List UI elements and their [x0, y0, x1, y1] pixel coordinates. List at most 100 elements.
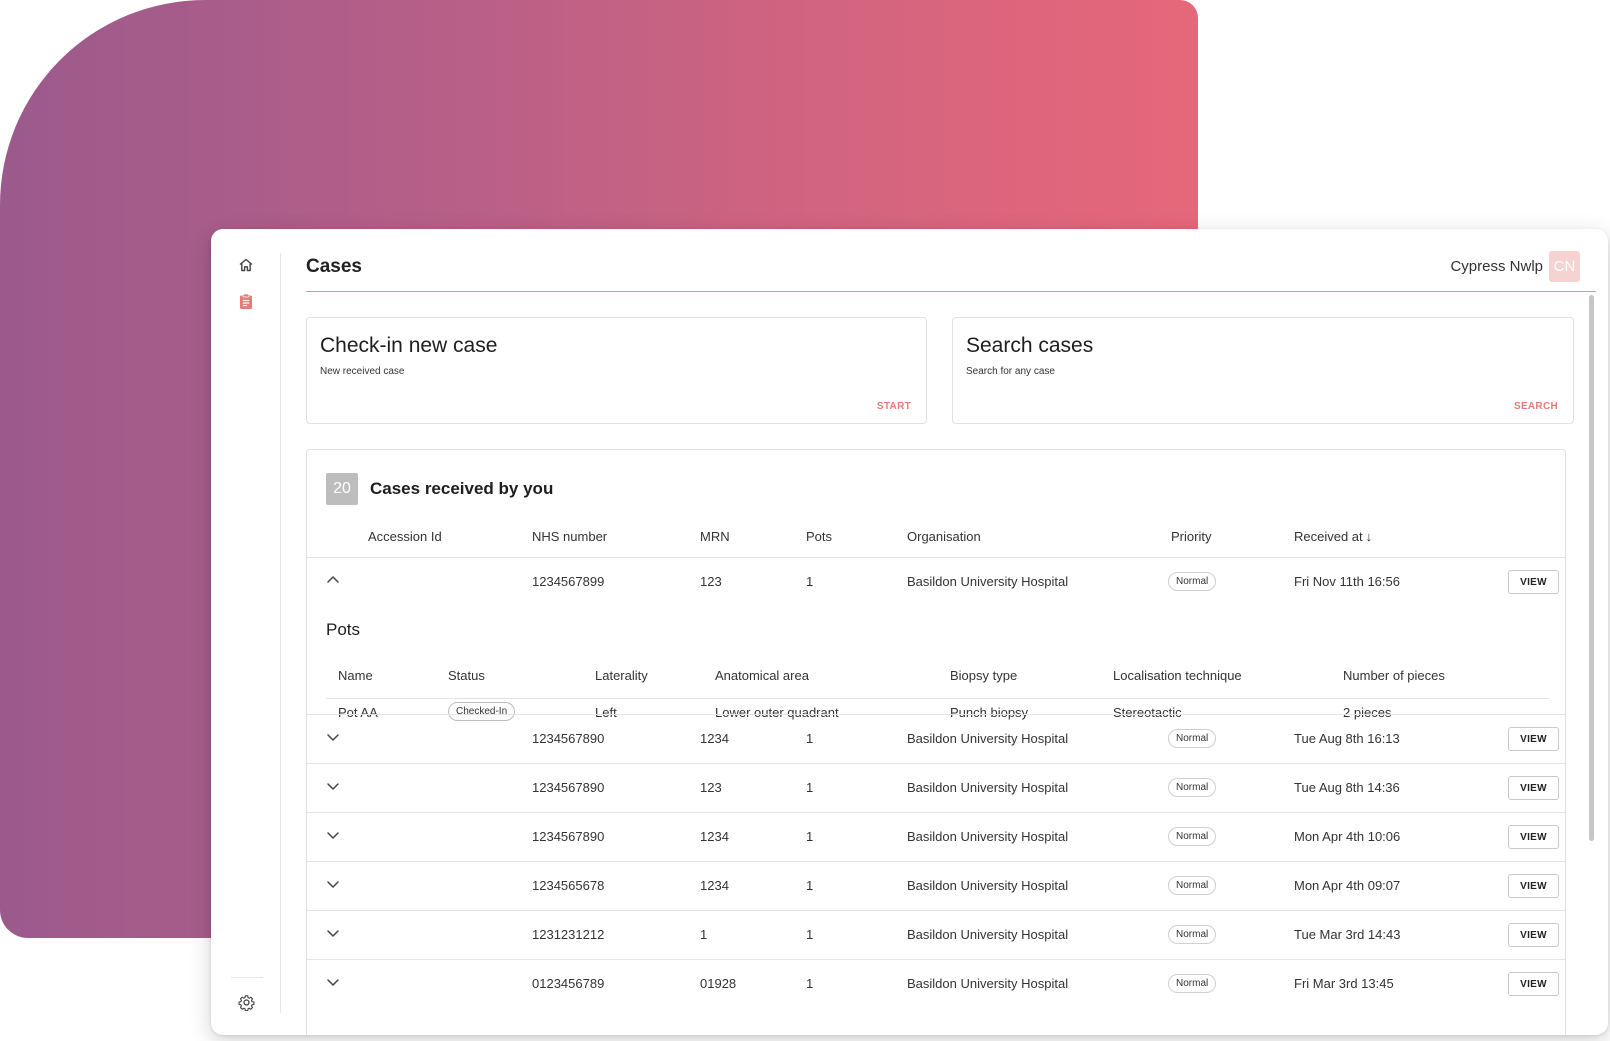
table-row[interactable]: 1234565678 1234 1 Basildon University Hospi…	[307, 861, 1565, 910]
chevron-up-icon[interactable]	[326, 573, 340, 587]
priority-badge: Normal	[1168, 925, 1217, 944]
nhs-number-cell: 1234567890	[532, 731, 605, 746]
pots-subtable: Pots Name Status Laterality Anatomical area B…	[307, 606, 1565, 721]
col-header-nhs-number: NHS number	[532, 529, 608, 544]
page-header: Cases Cypress Nwlp CN	[306, 229, 1596, 292]
pots-cell: 1	[806, 976, 814, 991]
home-icon[interactable]	[235, 254, 257, 276]
pots-cell: 1	[806, 780, 814, 795]
view-button[interactable]: VIEW	[1508, 825, 1559, 849]
nhs-number-cell: 1234567899	[532, 574, 605, 589]
view-button[interactable]: VIEW	[1508, 727, 1559, 751]
chevron-down-icon[interactable]	[326, 877, 340, 891]
pot-col-header-biopsy-type: Biopsy type	[950, 668, 1018, 683]
view-button[interactable]: VIEW	[1508, 972, 1559, 996]
cases-panel-title: Cases received by you	[370, 479, 554, 498]
table-row[interactable]: 0123456789 01928 1 Basildon University Hosp…	[307, 959, 1565, 1008]
scrollbar-thumb[interactable]	[1589, 295, 1594, 841]
view-button[interactable]: VIEW	[1508, 776, 1559, 800]
col-header-mrn: MRN	[700, 529, 730, 544]
sidebar-border	[280, 253, 281, 1013]
organisation-cell: Basildon University Hospital	[907, 780, 1069, 795]
col-header-accession-id: Accession Id	[368, 529, 442, 544]
view-button[interactable]: VIEW	[1508, 923, 1559, 947]
received-at-cell: Tue Aug 8th 16:13	[1294, 731, 1400, 746]
organisation-cell: Basildon University Hospital	[907, 574, 1069, 589]
chevron-down-icon[interactable]	[326, 926, 340, 940]
checkin-card-title: Check-in new case	[320, 334, 498, 357]
user-name: Cypress Nwlp	[1450, 258, 1543, 275]
received-at-cell: Tue Aug 8th 14:36	[1294, 780, 1400, 795]
pot-col-header-name: Name	[338, 668, 373, 683]
nhs-number-cell: 1234567890	[532, 780, 605, 795]
nhs-number-cell: 0123456789	[532, 976, 605, 991]
col-header-received-at[interactable]: Received at ↓	[1294, 529, 1372, 544]
start-button[interactable]: START	[877, 401, 911, 412]
organisation-cell: Basildon University Hospital	[907, 927, 1069, 942]
chevron-down-icon[interactable]	[326, 828, 340, 842]
search-card: Search cases Search for any case SEARCH	[952, 317, 1574, 424]
user-menu[interactable]: Cypress Nwlp CN	[1450, 251, 1580, 282]
chevron-down-icon[interactable]	[326, 975, 340, 989]
main-content: Check-in new case New received case STAR…	[306, 292, 1580, 1035]
table-row[interactable]: 1234567890 1234 1 Basildon University Hospi…	[307, 812, 1565, 861]
table-row[interactable]: 1234567890 123 1 Basildon University Hospit…	[307, 763, 1565, 812]
search-card-title: Search cases	[966, 334, 1094, 357]
case-count-badge: 20	[326, 473, 358, 505]
pot-col-header-status: Status	[448, 668, 485, 683]
organisation-cell: Basildon University Hospital	[907, 878, 1069, 893]
mrn-cell: 1	[700, 927, 708, 942]
priority-badge: Normal	[1168, 876, 1217, 895]
pots-header-divider	[326, 698, 1549, 699]
table-row[interactable]: 1234567899 123 1 Basildon University Hospit…	[307, 557, 1565, 606]
mrn-cell: 1234	[700, 878, 729, 893]
checkin-card-subtitle: New received case	[320, 366, 405, 377]
pots-cell: 1	[806, 878, 814, 893]
priority-badge: Normal	[1168, 974, 1217, 993]
received-at-cell: Fri Mar 3rd 13:45	[1294, 976, 1394, 991]
checkin-card: Check-in new case New received case STAR…	[306, 317, 927, 424]
organisation-cell: Basildon University Hospital	[907, 976, 1069, 991]
sidebar	[211, 229, 281, 1035]
pot-col-header-localisation-technique: Localisation technique	[1113, 668, 1242, 683]
view-button[interactable]: VIEW	[1508, 570, 1559, 594]
cases-panel: 20 Cases received by you Accession Id NH…	[306, 449, 1566, 1035]
pot-col-header-anatomical-area: Anatomical area	[715, 668, 809, 683]
pots-cell: 1	[806, 927, 814, 942]
search-card-subtitle: Search for any case	[966, 366, 1055, 377]
app-window: Cases Cypress Nwlp CN Check-in new case …	[211, 229, 1608, 1035]
mrn-cell: 123	[700, 780, 722, 795]
chevron-down-icon[interactable]	[326, 730, 340, 744]
nhs-number-cell: 1234565678	[532, 878, 605, 893]
gear-icon[interactable]	[235, 991, 257, 1013]
col-header-priority: Priority	[1171, 529, 1212, 544]
col-header-organisation: Organisation	[907, 529, 981, 544]
view-button[interactable]: VIEW	[1508, 874, 1559, 898]
search-button[interactable]: SEARCH	[1514, 401, 1558, 412]
pots-cell: 1	[806, 574, 814, 589]
table-row[interactable]: 1234567890 1234 1 Basildon University Hospi…	[307, 714, 1565, 763]
chevron-down-icon[interactable]	[326, 779, 340, 793]
col-header-pots: Pots	[806, 529, 833, 544]
pot-col-header-number-of-pieces: Number of pieces	[1343, 668, 1445, 683]
priority-badge: Normal	[1168, 729, 1217, 748]
received-at-cell: Mon Apr 4th 10:06	[1294, 829, 1401, 844]
organisation-cell: Basildon University Hospital	[907, 731, 1069, 746]
sidebar-divider	[231, 977, 263, 978]
priority-badge: Normal	[1168, 827, 1217, 846]
priority-badge: Normal	[1168, 572, 1217, 591]
table-row[interactable]: 1231231212 1 1 Basildon University Hospital…	[307, 910, 1565, 959]
clipboard-icon[interactable]	[235, 290, 257, 312]
pots-title: Pots	[326, 620, 361, 639]
received-at-cell: Fri Nov 11th 16:56	[1294, 574, 1400, 589]
nhs-number-cell: 1231231212	[532, 927, 605, 942]
mrn-cell: 1234	[700, 829, 729, 844]
avatar[interactable]: CN	[1549, 251, 1580, 282]
received-at-cell: Mon Apr 4th 09:07	[1294, 878, 1401, 893]
pots-cell: 1	[806, 829, 814, 844]
pot-col-header-laterality: Laterality	[595, 668, 648, 683]
priority-badge: Normal	[1168, 778, 1217, 797]
mrn-cell: 1234	[700, 731, 729, 746]
nhs-number-cell: 1234567890	[532, 829, 605, 844]
mrn-cell: 01928	[700, 976, 737, 991]
